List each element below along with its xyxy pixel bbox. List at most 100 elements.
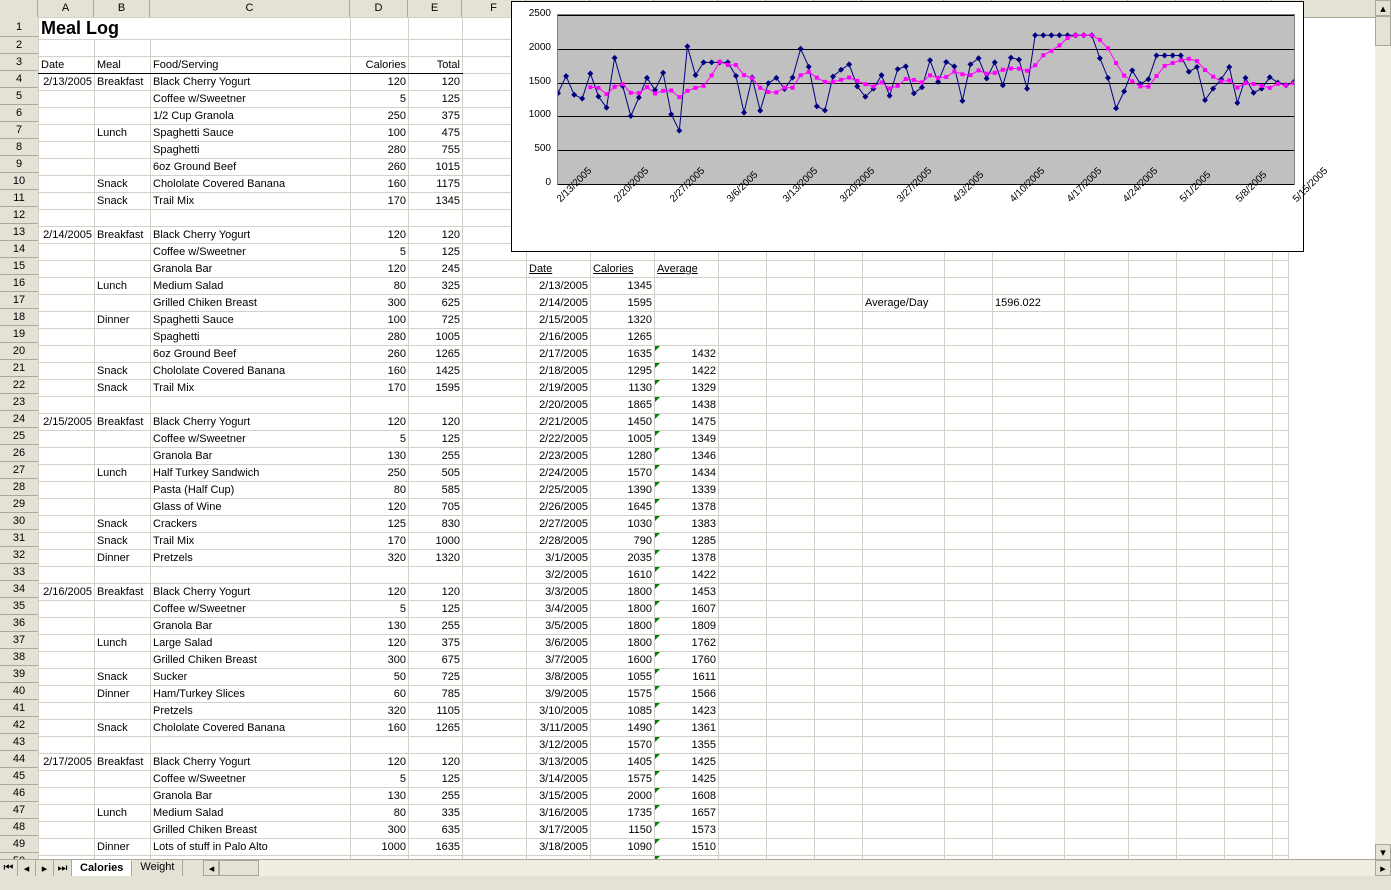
cell[interactable]: [1065, 720, 1129, 737]
cell[interactable]: [719, 533, 767, 550]
cell[interactable]: [1225, 567, 1273, 584]
cell[interactable]: [815, 652, 863, 669]
cell[interactable]: [719, 822, 767, 839]
cell[interactable]: 5: [351, 601, 409, 618]
cell[interactable]: [863, 465, 945, 482]
row-header-35[interactable]: 35: [0, 598, 38, 615]
cell[interactable]: 300: [351, 295, 409, 312]
cell[interactable]: [1129, 414, 1177, 431]
cell[interactable]: 160: [351, 176, 409, 193]
cell[interactable]: [767, 482, 815, 499]
cell[interactable]: [815, 669, 863, 686]
cell[interactable]: 245: [409, 261, 463, 278]
cell[interactable]: [463, 669, 527, 686]
cell[interactable]: [1065, 448, 1129, 465]
cell[interactable]: 250: [351, 108, 409, 125]
row-header-36[interactable]: 36: [0, 615, 38, 632]
scroll-up-button[interactable]: ▴: [1375, 0, 1391, 16]
cell[interactable]: 1320: [591, 312, 655, 329]
cell[interactable]: [655, 278, 719, 295]
cell[interactable]: [863, 652, 945, 669]
cell[interactable]: 280: [351, 142, 409, 159]
cell[interactable]: [39, 720, 95, 737]
cell[interactable]: 3/15/2005: [527, 788, 591, 805]
cell[interactable]: [719, 567, 767, 584]
cell[interactable]: Black Cherry Yogurt: [151, 414, 351, 431]
cell[interactable]: [993, 380, 1065, 397]
row-header-39[interactable]: 39: [0, 666, 38, 683]
cell[interactable]: [767, 261, 815, 278]
cell[interactable]: Coffee w/Sweetner: [151, 91, 351, 108]
cell[interactable]: [463, 805, 527, 822]
cell[interactable]: 2/24/2005: [527, 465, 591, 482]
cell[interactable]: [1065, 278, 1129, 295]
cell[interactable]: [863, 550, 945, 567]
cell[interactable]: [993, 312, 1065, 329]
cell[interactable]: [719, 754, 767, 771]
cell[interactable]: [1065, 737, 1129, 754]
cell[interactable]: [815, 635, 863, 652]
cell[interactable]: [1129, 754, 1177, 771]
cell[interactable]: 3/6/2005: [527, 635, 591, 652]
cell[interactable]: [463, 465, 527, 482]
cell[interactable]: [1065, 703, 1129, 720]
cell[interactable]: 255: [409, 448, 463, 465]
cell[interactable]: [993, 499, 1065, 516]
cell[interactable]: [767, 788, 815, 805]
cell[interactable]: Breakfast: [95, 584, 151, 601]
cell[interactable]: [1065, 584, 1129, 601]
cell[interactable]: [1177, 839, 1225, 856]
cell[interactable]: [1273, 380, 1289, 397]
cell[interactable]: 3/9/2005: [527, 686, 591, 703]
cell[interactable]: [1225, 482, 1273, 499]
cell[interactable]: Granola Bar: [151, 788, 351, 805]
row-header-26[interactable]: 26: [0, 445, 38, 462]
cell[interactable]: [1129, 516, 1177, 533]
cell[interactable]: Granola Bar: [151, 448, 351, 465]
cell[interactable]: [815, 312, 863, 329]
cell[interactable]: [1065, 550, 1129, 567]
cell[interactable]: [1225, 363, 1273, 380]
cell[interactable]: Ham/Turkey Slices: [151, 686, 351, 703]
cell[interactable]: 1657: [655, 805, 719, 822]
cell[interactable]: [1225, 754, 1273, 771]
cell[interactable]: [463, 652, 527, 669]
cell[interactable]: 1285: [655, 533, 719, 550]
tab-weight[interactable]: Weight: [132, 860, 183, 876]
cell[interactable]: 5: [351, 91, 409, 108]
cell[interactable]: 300: [351, 652, 409, 669]
cell[interactable]: 1600: [591, 652, 655, 669]
cell[interactable]: Average/Day: [863, 295, 945, 312]
cell[interactable]: Spaghetti: [151, 142, 351, 159]
cell[interactable]: [1129, 669, 1177, 686]
row-header-31[interactable]: 31: [0, 530, 38, 547]
cell[interactable]: Snack: [95, 380, 151, 397]
cell[interactable]: [409, 397, 463, 414]
cell[interactable]: 1423: [655, 703, 719, 720]
cell[interactable]: [945, 839, 993, 856]
cell[interactable]: [945, 516, 993, 533]
cell[interactable]: 3/2/2005: [527, 567, 591, 584]
cell[interactable]: [1129, 482, 1177, 499]
cell[interactable]: Black Cherry Yogurt: [151, 584, 351, 601]
cell[interactable]: [95, 822, 151, 839]
cell[interactable]: [1273, 839, 1289, 856]
cell[interactable]: [1225, 788, 1273, 805]
cell[interactable]: [351, 18, 409, 40]
cell[interactable]: [39, 686, 95, 703]
cell[interactable]: [1273, 652, 1289, 669]
cell[interactable]: Large Salad: [151, 635, 351, 652]
cell[interactable]: 2/19/2005: [527, 380, 591, 397]
cell[interactable]: [815, 788, 863, 805]
cell[interactable]: 1339: [655, 482, 719, 499]
cell[interactable]: 2/13/2005: [527, 278, 591, 295]
row-header-30[interactable]: 30: [0, 513, 38, 530]
cell[interactable]: 250: [351, 465, 409, 482]
cell[interactable]: [767, 771, 815, 788]
cell[interactable]: Average: [655, 261, 719, 278]
cell[interactable]: [655, 312, 719, 329]
cell[interactable]: [1065, 805, 1129, 822]
cell[interactable]: Calories: [591, 261, 655, 278]
cell[interactable]: [1065, 380, 1129, 397]
cell[interactable]: [1273, 805, 1289, 822]
